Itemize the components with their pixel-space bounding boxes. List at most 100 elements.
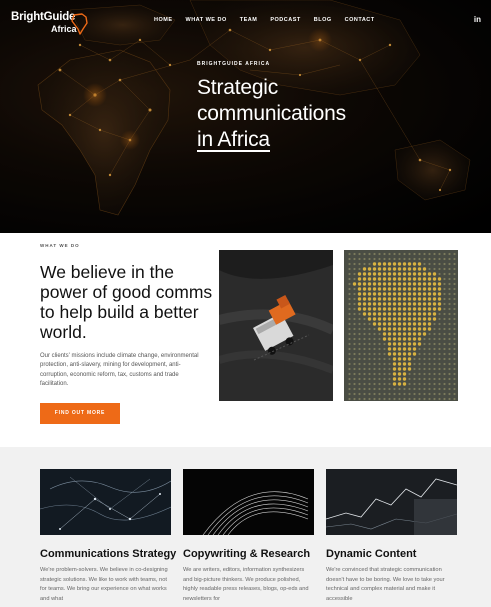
map-pin (348, 277, 351, 281)
map-pin (348, 287, 351, 291)
map-pin (353, 252, 356, 256)
map-pin (422, 312, 427, 316)
map-pin (382, 297, 387, 301)
map-pin (423, 367, 426, 371)
map-pin (453, 382, 456, 386)
map-pin (348, 377, 351, 381)
map-pin (378, 337, 381, 341)
map-pin (438, 392, 441, 396)
map-pin (423, 372, 426, 376)
map-pin (363, 252, 366, 256)
map-pin (348, 262, 351, 266)
map-pin (358, 377, 361, 381)
map-pin (423, 362, 426, 366)
map-pin (348, 332, 351, 336)
map-pin (427, 272, 432, 276)
map-pin (353, 297, 356, 301)
map-pin (407, 332, 412, 336)
map-pin (433, 267, 436, 271)
map-pin (362, 297, 367, 301)
map-pin (412, 272, 417, 276)
map-pin (367, 302, 372, 306)
map-pin (412, 337, 417, 341)
map-pin (372, 282, 377, 286)
map-pin (353, 272, 356, 276)
map-pin (408, 392, 411, 396)
find-out-more-button[interactable]: FIND OUT MORE (40, 403, 120, 424)
map-pin (448, 292, 451, 296)
map-pin (453, 337, 456, 341)
map-pin (418, 347, 421, 351)
map-pin (378, 347, 381, 351)
map-pin (362, 302, 367, 306)
map-pin (433, 342, 436, 346)
map-pin (372, 297, 377, 301)
hero-title-line1: Strategic (197, 76, 279, 99)
map-pin (352, 282, 357, 286)
map-pin (402, 287, 407, 291)
map-pin (382, 317, 387, 321)
nav-item-blog[interactable]: BLOG (314, 17, 332, 23)
map-pin (368, 387, 371, 391)
map-pin (357, 272, 362, 276)
services-section: Communications Strategy Copywriting & Re… (0, 447, 491, 607)
linkedin-icon[interactable]: in (474, 15, 481, 24)
map-pin (392, 312, 397, 316)
map-pin (402, 377, 407, 381)
brand-logo[interactable]: BrightGuide Africa (11, 11, 91, 37)
map-pin (377, 277, 382, 281)
map-pin (367, 267, 372, 271)
map-pin (412, 347, 417, 351)
map-pin (423, 337, 426, 341)
map-pin (407, 267, 412, 271)
map-pin (392, 292, 397, 296)
map-pin (363, 322, 366, 326)
map-pin (353, 347, 356, 351)
map-pin (382, 322, 387, 326)
map-pin (373, 397, 376, 401)
map-pin (373, 257, 376, 261)
nav-item-contact[interactable]: CONTACT (345, 17, 375, 23)
map-pin (438, 357, 441, 361)
mining-truck-illustration (219, 250, 333, 401)
nav-item-home[interactable]: HOME (154, 17, 173, 23)
map-pin (402, 262, 407, 266)
map-pin (453, 347, 456, 351)
map-pin (448, 372, 451, 376)
map-pin (367, 277, 372, 281)
map-pin (392, 357, 397, 361)
map-pin (428, 367, 431, 371)
map-pin (427, 327, 432, 331)
map-pin (367, 287, 372, 291)
map-pin (448, 317, 451, 321)
map-pin (433, 367, 436, 371)
map-pin (362, 307, 367, 311)
map-pin (387, 317, 392, 321)
map-pin (383, 367, 386, 371)
map-pin (373, 357, 376, 361)
map-pin (368, 367, 371, 371)
map-pin (428, 377, 431, 381)
nav-item-team[interactable]: TEAM (240, 17, 258, 23)
map-pin (383, 372, 386, 376)
map-pin (387, 282, 392, 286)
map-pin (453, 372, 456, 376)
nav-item-podcast[interactable]: PODCAST (270, 17, 300, 23)
map-pin (437, 302, 442, 306)
map-pin (353, 302, 356, 306)
nav-item-what-we-do[interactable]: WHAT WE DO (186, 17, 227, 23)
map-pin (407, 282, 412, 286)
map-pin (372, 277, 377, 281)
map-pin (348, 357, 351, 361)
map-pin (448, 287, 451, 291)
network-map-illustration (40, 469, 171, 535)
map-pin (428, 372, 431, 376)
map-pin (392, 322, 397, 326)
map-pin (433, 382, 436, 386)
map-pin (363, 332, 366, 336)
map-pin (362, 282, 367, 286)
map-pin (348, 267, 351, 271)
map-pin (373, 337, 376, 341)
map-pin (353, 332, 356, 336)
map-pin (372, 287, 377, 291)
